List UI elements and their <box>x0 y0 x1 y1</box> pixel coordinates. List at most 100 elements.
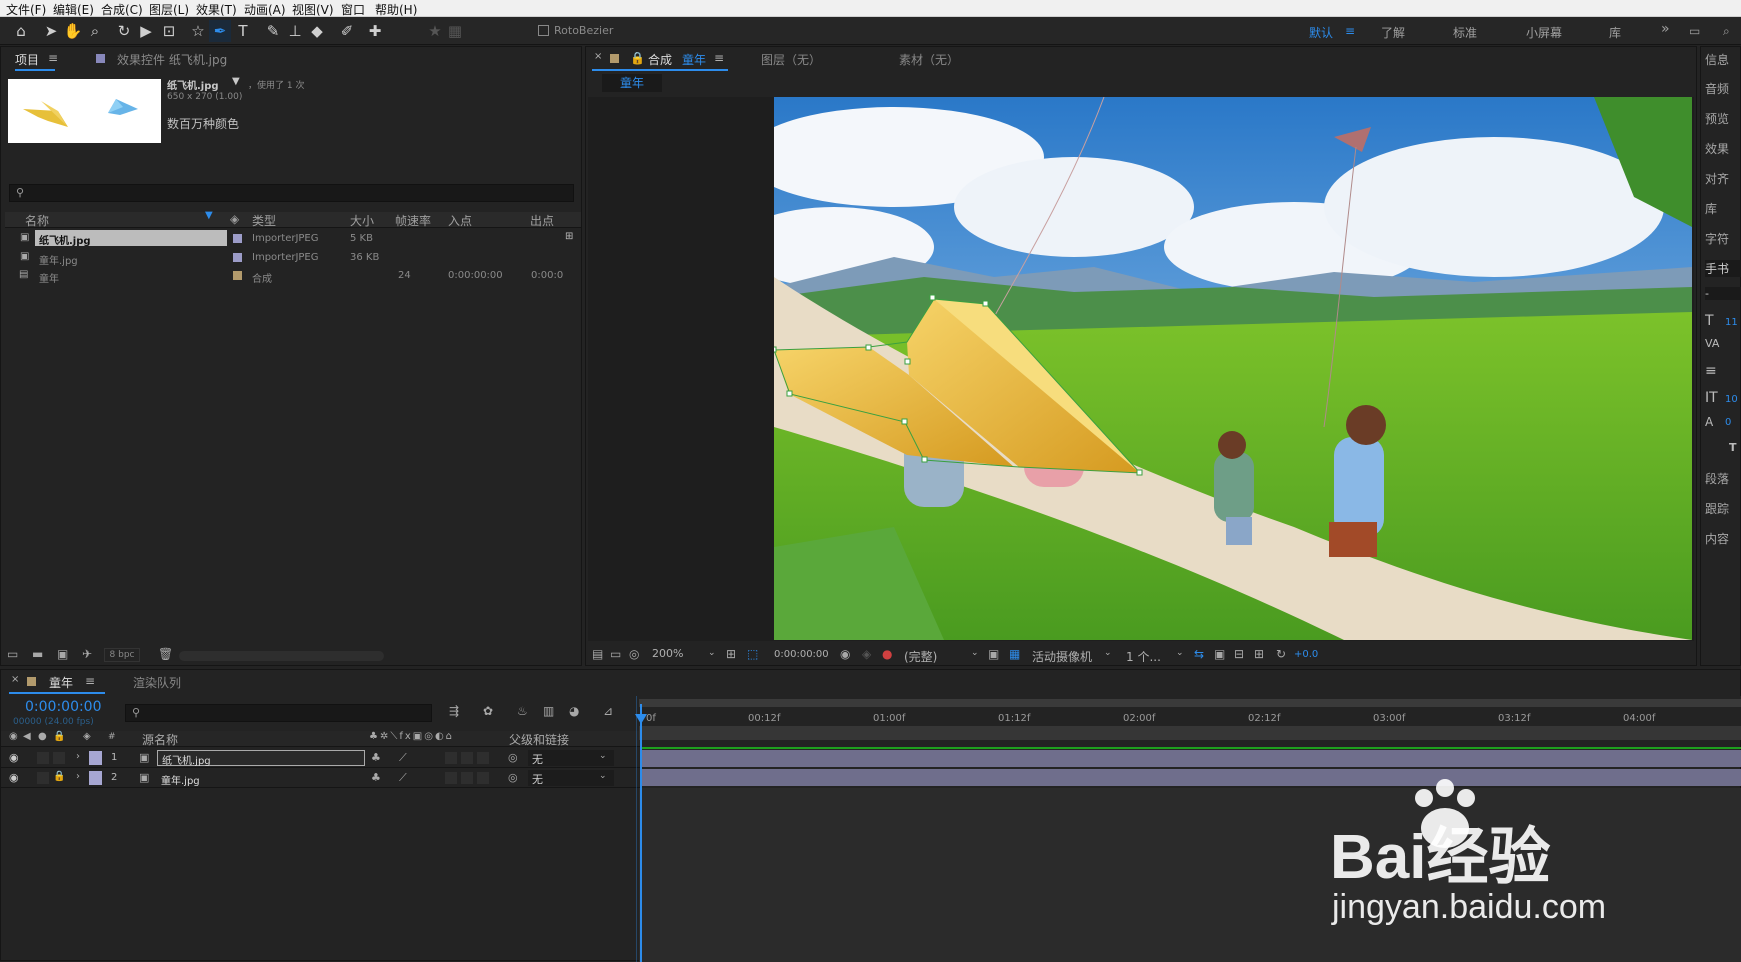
composition-viewer[interactable] <box>588 97 1694 641</box>
switch-toggle[interactable] <box>445 752 457 764</box>
lock-icon[interactable]: 🔒 <box>53 731 65 742</box>
column-name[interactable]: 名称 <box>25 212 49 229</box>
camera-select[interactable]: 活动摄像机 <box>1032 648 1092 665</box>
chevron-down-icon[interactable]: ⌄ <box>599 771 607 781</box>
font-style-select[interactable]: - <box>1705 287 1741 300</box>
bit-depth-button[interactable]: 8 bpc <box>104 648 140 662</box>
project-search-input[interactable]: ⚲ <box>9 184 574 202</box>
tab-menu-icon[interactable]: ≡ <box>714 51 724 65</box>
label-column-icon[interactable]: ◈ <box>230 212 239 226</box>
chevron-down-icon[interactable]: ⌄ <box>971 648 979 658</box>
camera-snapshot-icon[interactable]: ◉ <box>840 647 850 661</box>
switch-toggle[interactable] <box>461 772 473 784</box>
shape-tool-icon[interactable]: ☆ <box>187 20 209 42</box>
flowchart-icon[interactable]: ⊞ <box>1254 647 1264 661</box>
roto-brush-tool-icon[interactable]: ✐ <box>336 20 358 42</box>
pan-behind-tool-icon[interactable]: ⊡ <box>158 20 180 42</box>
label-swatch[interactable] <box>89 751 102 765</box>
panel-content[interactable]: 内容 <box>1705 530 1729 547</box>
font-family-select[interactable]: 手书 <box>1705 260 1741 277</box>
timeline-search-input[interactable]: ⚲ <box>125 704 432 722</box>
playhead-line[interactable] <box>640 704 642 962</box>
shy-switch-icon[interactable]: ♣ <box>371 751 381 764</box>
panel-preview[interactable]: 预览 <box>1705 110 1729 127</box>
lock-icon[interactable]: 🔒 <box>630 51 645 65</box>
menu-layer[interactable]: 图层(L) <box>149 1 189 18</box>
expand-arrow-icon[interactable]: › <box>76 751 80 762</box>
menu-edit[interactable]: 编辑(E) <box>53 1 94 18</box>
tab-layer[interactable]: 图层（无） <box>761 51 821 68</box>
panel-tracker[interactable]: 跟踪 <box>1705 500 1729 517</box>
close-tab-icon[interactable]: × <box>11 674 19 685</box>
menu-animation[interactable]: 动画(A) <box>244 1 286 18</box>
column-parent[interactable]: 父级和链接 <box>509 731 569 748</box>
tab-effect-controls[interactable]: 效果控件 纸飞机.jpg <box>117 51 227 68</box>
work-area-bar[interactable] <box>639 699 1741 707</box>
project-row[interactable]: ▤ 童年 合成 24 0:00:00:00 0:00:0 <box>5 267 581 285</box>
menu-composition[interactable]: 合成(C) <box>101 1 143 18</box>
switch-toggle[interactable] <box>477 752 489 764</box>
tab-composition[interactable]: 合成 <box>648 51 672 68</box>
comp-breadcrumb[interactable]: 童年 <box>602 74 662 92</box>
new-composition-icon[interactable]: ▣ <box>57 647 68 661</box>
graph-editor-icon[interactable]: ⊿ <box>603 704 613 718</box>
visibility-icon[interactable]: ◉ <box>9 771 19 784</box>
fast-preview-icon[interactable]: ▣ <box>988 647 999 661</box>
pen-tool-icon[interactable]: ✒ <box>209 20 231 42</box>
rotobezier-checkbox[interactable] <box>538 25 549 36</box>
workspace-standard[interactable]: 标准 <box>1453 24 1477 41</box>
faux-bold-icon[interactable]: T <box>1729 441 1737 454</box>
puppet-pin-tool-icon[interactable]: ✚ <box>364 20 386 42</box>
tab-menu-icon[interactable]: ≡ <box>48 51 58 65</box>
panel-libraries[interactable]: 库 <box>1705 200 1717 217</box>
reset-exposure-icon[interactable]: ↻ <box>1276 647 1286 661</box>
clone-stamp-tool-icon[interactable]: ⊥ <box>284 20 306 42</box>
switch-toggle[interactable] <box>445 772 457 784</box>
resolution-select[interactable]: (完整) <box>904 648 937 665</box>
lock-icon[interactable]: 🔒 <box>53 771 65 782</box>
rotate-tool-icon[interactable]: ↻ <box>113 20 135 42</box>
comp-flowchart-icon[interactable]: ⊟ <box>1234 647 1244 661</box>
visibility-icon[interactable]: ◉ <box>9 751 19 764</box>
panel-character[interactable]: 字符 <box>1705 230 1729 247</box>
panel-audio[interactable]: 音频 <box>1705 80 1729 97</box>
expand-arrow-icon[interactable]: › <box>76 771 80 782</box>
layer-name[interactable]: 纸飞机.jpg <box>157 750 365 767</box>
workspace-small-screen[interactable]: 小屏幕 <box>1526 24 1562 41</box>
switches-icons[interactable]: ♣✲⟍fx▣◎◐⌂ <box>369 731 454 742</box>
panel-effects[interactable]: 效果 <box>1705 140 1729 157</box>
item-name[interactable]: 纸飞机.jpg <box>35 230 227 247</box>
solo-icon[interactable]: ● <box>38 731 47 742</box>
frame-blending-icon[interactable]: ▥ <box>543 704 554 718</box>
column-size[interactable]: 大小 <box>350 212 374 229</box>
horizontal-scrollbar[interactable] <box>179 651 384 661</box>
layer-bar-2[interactable] <box>642 769 1741 786</box>
pixel-aspect-icon[interactable]: ⇆ <box>1194 647 1204 661</box>
new-folder-icon[interactable]: ▬ <box>32 647 43 661</box>
text-tool-icon[interactable]: T <box>232 20 254 42</box>
chevron-down-icon[interactable]: ⌄ <box>1104 648 1112 658</box>
chevron-down-icon[interactable]: ⌄ <box>708 648 716 658</box>
transparency-grid-icon[interactable]: ▦ <box>1009 647 1020 661</box>
timeline-empty-area[interactable] <box>639 788 1741 962</box>
menu-view[interactable]: 视图(V) <box>292 1 334 18</box>
shy-layers-icon[interactable]: ♨ <box>517 704 528 718</box>
layer-name[interactable]: 童年.jpg <box>161 772 200 787</box>
exposure-value[interactable]: +0.0 <box>1294 649 1318 660</box>
font-size-value[interactable]: 11 <box>1725 317 1738 328</box>
pick-whip-icon[interactable]: ◎ <box>508 771 518 784</box>
layer-row[interactable]: ◉ 🔒 › 2 ▣ 童年.jpg ♣ ⟋ ◎ 无 ⌄ <box>1 769 641 788</box>
project-row[interactable]: ▣ 纸飞机.jpg ImporterJPEG 5 KB ⊞ <box>5 230 581 248</box>
flowchart-icon[interactable]: ⊞ <box>565 231 573 242</box>
composition-name[interactable]: 童年 <box>682 51 706 68</box>
menu-help[interactable]: 帮助(H) <box>375 1 417 18</box>
menu-file[interactable]: 文件(F) <box>6 1 46 18</box>
brush-tool-icon[interactable]: ✎ <box>262 20 284 42</box>
home-icon[interactable]: ⌂ <box>10 20 32 42</box>
solo-toggle[interactable] <box>37 772 49 784</box>
column-source-name[interactable]: 源名称 <box>142 731 178 748</box>
display-icon[interactable]: ▭ <box>610 647 621 661</box>
grid-guides-icon[interactable]: ⊞ <box>726 647 736 661</box>
vertical-scale-value[interactable]: 10 <box>1725 394 1738 405</box>
comp-canvas[interactable] <box>774 97 1692 640</box>
